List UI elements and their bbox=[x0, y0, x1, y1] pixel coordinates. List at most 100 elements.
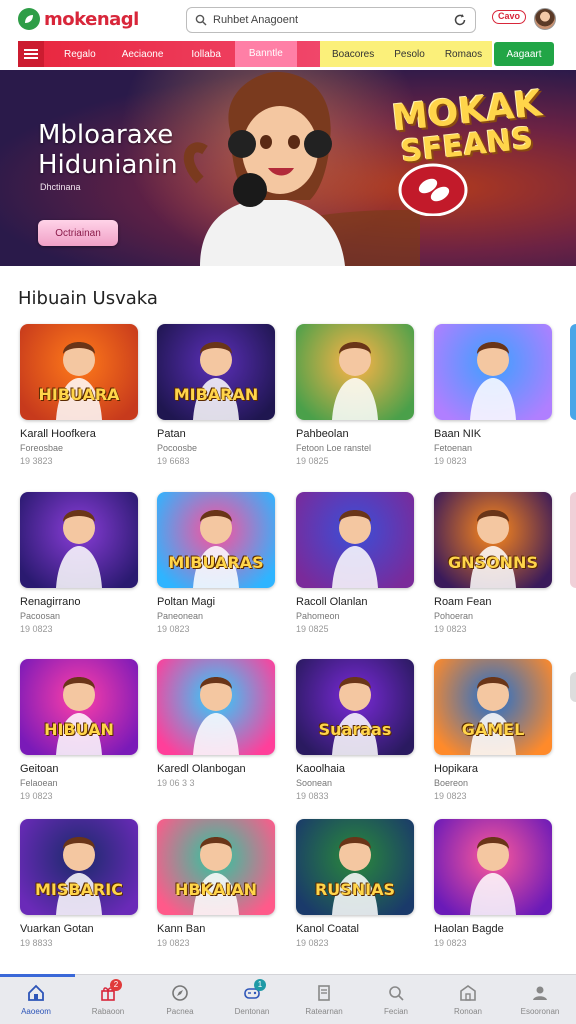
game-thumbnail[interactable] bbox=[20, 492, 138, 588]
next-card-peek[interactable] bbox=[570, 324, 576, 420]
top-header: mokenagl Cavo bbox=[0, 0, 576, 40]
nav-item-4-active[interactable]: Banntle bbox=[234, 41, 297, 67]
game-character-art bbox=[332, 677, 378, 755]
game-card[interactable]: MIBUARAS Poltan Magi Paneonean 19 0823 bbox=[157, 492, 275, 634]
search-input[interactable] bbox=[213, 14, 443, 26]
game-character-art bbox=[470, 342, 516, 420]
tab-controller[interactable]: Dentonan 1 bbox=[216, 975, 288, 1024]
nav-item-1[interactable]: Regalo bbox=[44, 49, 108, 60]
tab-home[interactable]: Aaoeom bbox=[0, 975, 72, 1024]
game-character-art bbox=[193, 510, 239, 588]
game-title[interactable]: Kaoolhaia bbox=[296, 763, 414, 775]
game-title[interactable]: Karedl Olanbogan bbox=[157, 763, 275, 775]
game-character-art bbox=[56, 677, 102, 755]
game-title[interactable]: Kann Ban bbox=[157, 923, 275, 935]
game-card[interactable]: HIBUARA Karall Hoofkera Foreosbae 19 3823 bbox=[20, 324, 138, 466]
game-meta: 19 0823 bbox=[434, 456, 467, 466]
game-subtitle: Foreosbae bbox=[20, 443, 64, 453]
game-card[interactable]: Pahbeolan Fetoon Loe ranstel 19 0825 bbox=[296, 324, 414, 466]
nav-item-3[interactable]: Iollaba bbox=[177, 49, 234, 60]
refresh-icon[interactable] bbox=[453, 13, 467, 27]
game-thumbnail-title: GNSONNS bbox=[448, 553, 538, 572]
game-thumbnail[interactable]: Suaraas bbox=[296, 659, 414, 755]
nav-item-2[interactable]: Aeciaone bbox=[108, 49, 178, 60]
game-thumbnail[interactable]: GNSONNS bbox=[434, 492, 552, 588]
game-card[interactable]: GAMEL Hopikara Boereon 19 0823 bbox=[434, 659, 552, 801]
tab-label: Aaoeom bbox=[21, 1007, 51, 1016]
home-icon bbox=[28, 984, 44, 1001]
game-card[interactable]: RUSNIAS Kanol Coatal 19 0823 bbox=[296, 819, 414, 948]
game-thumbnail-title: HIBUARA bbox=[38, 385, 120, 404]
nav-cta-button[interactable]: Aagaart bbox=[494, 42, 554, 66]
game-subtitle: Fetoenan bbox=[434, 443, 473, 453]
game-thumbnail-title: RUSNIAS bbox=[314, 880, 396, 899]
tab-document[interactable]: Ratearnan bbox=[288, 975, 360, 1024]
game-card[interactable]: HIBUAN Geitoan Felaoean 19 0823 bbox=[20, 659, 138, 801]
nav-item-6[interactable]: Pesolo bbox=[384, 49, 435, 60]
game-card[interactable]: HBKAIAN Kann Ban 19 0823 bbox=[157, 819, 275, 948]
game-card[interactable]: Racoll Olanlan Pahomeon 19 0825 bbox=[296, 492, 414, 634]
tab-label: Pacnea bbox=[166, 1007, 194, 1016]
game-subtitle: Boereon bbox=[434, 778, 469, 788]
game-thumbnail[interactable]: HBKAIAN bbox=[157, 819, 275, 915]
game-title[interactable]: Renagirrano bbox=[20, 596, 138, 608]
game-thumbnail[interactable] bbox=[296, 324, 414, 420]
nav-item-5[interactable]: Boacores bbox=[320, 49, 384, 60]
game-thumbnail[interactable] bbox=[157, 659, 275, 755]
app-logo[interactable]: mokenagl bbox=[18, 8, 139, 30]
game-card[interactable]: MIBARAN Patan Pocoosbe 19 6683 bbox=[157, 324, 275, 466]
game-title[interactable]: Haolan Bagde bbox=[434, 923, 552, 935]
game-thumbnail[interactable] bbox=[434, 819, 552, 915]
game-subtitle: Soonean bbox=[296, 778, 333, 788]
tab-gift[interactable]: Rabaoon 2 bbox=[72, 975, 144, 1024]
game-meta: 19 8833 bbox=[20, 938, 53, 948]
nav-item-7[interactable]: Romaos bbox=[435, 49, 492, 60]
search-bar[interactable] bbox=[186, 7, 476, 33]
game-card[interactable]: MISBARIC Vuarkan Gotan 19 8833 bbox=[20, 819, 138, 948]
game-title[interactable]: Patan bbox=[157, 428, 275, 440]
game-thumbnail[interactable] bbox=[434, 324, 552, 420]
game-card[interactable]: GNSONNS Roam Fean Pohoeran 19 0823 bbox=[434, 492, 552, 634]
game-thumbnail[interactable]: HIBUARA bbox=[20, 324, 138, 420]
game-meta: 19 0823 bbox=[434, 938, 467, 948]
game-thumbnail[interactable]: MISBARIC bbox=[20, 819, 138, 915]
hero-title-line-1: Mbloaraxe bbox=[38, 120, 174, 150]
tab-store[interactable]: Ronoan bbox=[432, 975, 504, 1024]
game-subtitle: Paneonean bbox=[157, 611, 204, 621]
game-title[interactable]: Racoll Olanlan bbox=[296, 596, 414, 608]
game-thumbnail[interactable]: MIBUARAS bbox=[157, 492, 275, 588]
menu-button[interactable] bbox=[18, 41, 44, 67]
game-character-art bbox=[332, 510, 378, 588]
tab-label: Ronoan bbox=[453, 1007, 483, 1016]
avatar[interactable] bbox=[534, 8, 556, 30]
game-title[interactable]: Baan NIK bbox=[434, 428, 552, 440]
game-card[interactable]: Renagirrano Pacoosan 19 0823 bbox=[20, 492, 138, 634]
tab-search[interactable]: Fecian bbox=[360, 975, 432, 1024]
game-title[interactable]: Kanol Coatal bbox=[296, 923, 414, 935]
game-thumbnail[interactable]: MIBARAN bbox=[157, 324, 275, 420]
game-thumbnail[interactable]: RUSNIAS bbox=[296, 819, 414, 915]
game-card[interactable]: Suaraas Kaoolhaia Soonean 19 0833 bbox=[296, 659, 414, 801]
game-title[interactable]: Vuarkan Gotan bbox=[20, 923, 138, 935]
game-thumbnail[interactable]: HIBUAN bbox=[20, 659, 138, 755]
game-title[interactable]: Poltan Magi bbox=[157, 596, 275, 608]
game-thumbnail[interactable]: GAMEL bbox=[434, 659, 552, 755]
header-badge[interactable]: Cavo bbox=[492, 10, 527, 24]
hero-action-button[interactable]: Octriainan bbox=[38, 220, 118, 246]
game-meta: 19 0823 bbox=[296, 938, 329, 948]
game-card[interactable]: Haolan Bagde 19 0823 bbox=[434, 819, 552, 948]
game-title[interactable]: Pahbeolan bbox=[296, 428, 414, 440]
game-card[interactable]: Baan NIK Fetoenan 19 0823 bbox=[434, 324, 552, 466]
game-title[interactable]: Hopikara bbox=[434, 763, 552, 775]
hero-banner[interactable]: Mbloaraxe Hidunianin Dhctinana Octriaina… bbox=[0, 70, 576, 266]
game-card[interactable]: Karedl Olanbogan 19 06 3 3 bbox=[157, 659, 275, 788]
compass-icon bbox=[172, 985, 188, 1001]
game-thumbnail[interactable] bbox=[296, 492, 414, 588]
game-title[interactable]: Karall Hoofkera bbox=[20, 428, 138, 440]
next-card-peek[interactable] bbox=[570, 672, 576, 702]
game-title[interactable]: Roam Fean bbox=[434, 596, 552, 608]
tab-profile[interactable]: Esooronan bbox=[504, 975, 576, 1024]
tab-compass[interactable]: Pacnea bbox=[144, 975, 216, 1024]
game-title[interactable]: Geitoan bbox=[20, 763, 138, 775]
next-card-peek[interactable] bbox=[570, 492, 576, 588]
